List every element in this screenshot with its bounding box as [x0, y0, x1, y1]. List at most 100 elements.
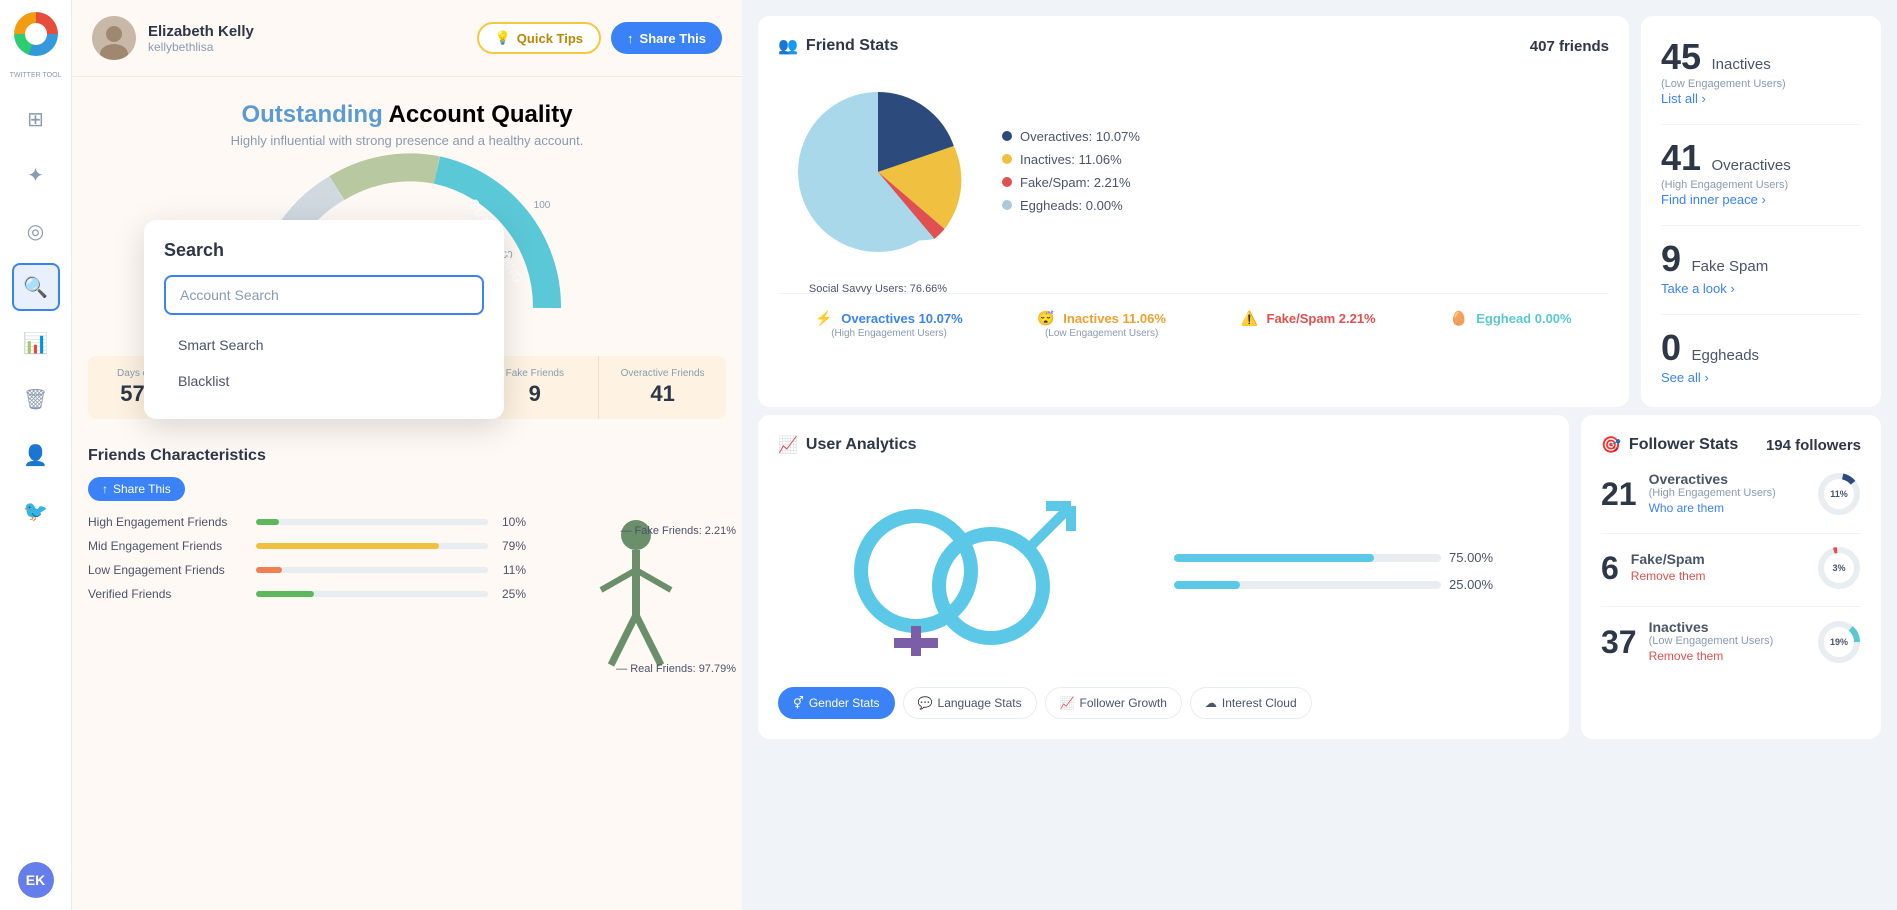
tab-follower-growth[interactable]: 📈 Follower Growth	[1045, 687, 1182, 719]
tab-language-stats[interactable]: 💬 Language Stats	[903, 687, 1037, 719]
char-bar-bg-verified	[256, 591, 488, 597]
count-fakespam-label: Fake Spam	[1691, 258, 1768, 275]
pie-chart-svg	[778, 72, 978, 272]
follower-overactives-sublabel: (High Engagement Users)	[1649, 487, 1805, 499]
friend-stats-total: 407 friends	[1530, 38, 1609, 55]
overactives-icon: ⚡	[815, 310, 832, 326]
follower-inactives-info: Inactives (Low Engagement Users) Remove …	[1649, 619, 1805, 665]
main-content: Elizabeth Kelly kellybethlisa 💡 Quick Ti…	[72, 0, 1897, 910]
app-logo[interactable]	[14, 12, 58, 56]
follower-inactives-num: 37	[1601, 624, 1637, 661]
quick-tips-button[interactable]: 💡 Quick Tips	[477, 22, 601, 54]
share-this-button[interactable]: ↑ Share This	[611, 22, 722, 54]
search-option-smart[interactable]: Smart Search	[164, 327, 484, 363]
egghead-icon: 🥚	[1450, 310, 1467, 326]
analytics-row: 📈 User Analytics	[758, 415, 1881, 739]
account-search-text: Account Search	[180, 287, 279, 303]
friends-icon: 👥	[778, 36, 798, 56]
count-inactives-sublabel: (Low Engagement Users)	[1661, 78, 1861, 90]
analytics-icon: 📈	[778, 435, 798, 455]
follower-stats-card: 🎯 Follower Stats 194 followers 21 Overac…	[1581, 415, 1881, 739]
follower-overactives-link[interactable]: Who are them	[1649, 501, 1724, 515]
friends-char-title: Friends Characteristics	[88, 447, 726, 465]
sidebar-item-users[interactable]: 👤	[12, 431, 60, 479]
legend-fakespam: Fake/Spam: 2.21%	[1002, 175, 1609, 190]
legend-overactives: Overactives: 10.07%	[1002, 129, 1609, 144]
follower-stats-header: 🎯 Follower Stats 194 followers	[1601, 435, 1861, 455]
count-inactives: 45 Inactives (Low Engagement Users) List…	[1661, 36, 1861, 108]
bottom-egghead-value: Egghead 0.00%	[1476, 311, 1571, 326]
sidebar-item-network[interactable]: ✦	[12, 151, 60, 199]
count-eggheads-link[interactable]: See all ›	[1661, 370, 1709, 385]
pie-chart-area: Social Savvy Users: 76.66% Overactives: …	[778, 72, 1609, 277]
follower-overactives-chart: 11%	[1817, 472, 1861, 516]
header-buttons: 💡 Quick Tips ↑ Share This	[477, 22, 722, 54]
legend-dot-inactives	[1002, 154, 1012, 164]
sidebar-item-analytics[interactable]: 📊	[12, 319, 60, 367]
char-label-mid: Mid Engagement Friends	[88, 539, 248, 553]
count-fakespam-link[interactable]: Take a look ›	[1661, 281, 1735, 296]
count-fakespam: 9 Fake Spam Take a look ›	[1661, 238, 1861, 298]
stat-overactive: Overactive Friends 41	[599, 356, 726, 419]
user-avatar[interactable]: EK	[18, 862, 54, 898]
gender-icons	[778, 471, 1154, 671]
follower-fakespam-link[interactable]: Remove them	[1631, 569, 1706, 583]
sidebar-item-trash[interactable]: 🗑	[12, 375, 60, 423]
legend-overactives-label: Overactives: 10.07%	[1020, 129, 1140, 144]
sidebar: TWITTER TOOL ⊞ ✦ ◎ 🔍 📊 🗑 👤 🐦 EK	[0, 0, 72, 910]
male-bar-bg	[1174, 554, 1442, 562]
profile-info: Elizabeth Kelly kellybethlisa	[92, 16, 254, 60]
share-label: Share This	[640, 31, 706, 46]
bottom-fakespam: ⚠️ Fake/Spam 2.21%	[1241, 310, 1376, 339]
char-bar-bg-low	[256, 567, 488, 573]
search-option-blacklist[interactable]: Blacklist	[164, 363, 484, 399]
search-dropdown: Search Account Search Smart Search Black…	[144, 220, 504, 419]
char-bar-high	[256, 519, 279, 525]
annotation-fake: — Fake Friends: 2.21%	[620, 525, 736, 537]
count-inactives-label: Inactives	[1712, 56, 1771, 73]
count-inactives-link[interactable]: List all ›	[1661, 91, 1706, 106]
figure-svg	[546, 515, 726, 675]
sidebar-item-search[interactable]: 🔍	[12, 263, 60, 311]
lightbulb-icon: 💡	[495, 30, 511, 46]
female-bar	[1174, 581, 1241, 589]
tab-gender-stats[interactable]: ⚥ Gender Stats	[778, 687, 895, 719]
sidebar-item-twitter[interactable]: 🐦	[12, 487, 60, 535]
char-pct-low: 11%	[496, 563, 526, 577]
profile-avatar	[92, 16, 136, 60]
tab-interest-cloud[interactable]: ☁ Interest Cloud	[1190, 687, 1312, 719]
follower-inactives-link[interactable]: Remove them	[1649, 649, 1724, 663]
user-analytics-title: 📈 User Analytics	[778, 435, 1549, 455]
char-label-low: Low Engagement Friends	[88, 563, 248, 577]
bottom-inactives-value: Inactives 11.06%	[1063, 311, 1166, 326]
friend-stats-row: 👥 Friend Stats 407 friends	[758, 16, 1881, 407]
friends-share-label: Share This	[113, 482, 171, 496]
bottom-overactives-value: Overactives 10.07%	[841, 311, 962, 326]
follower-stats-title: 🎯 Follower Stats	[1601, 435, 1738, 455]
char-row-low: Low Engagement Friends 11%	[88, 563, 526, 577]
friend-stats-card: 👥 Friend Stats 407 friends	[758, 16, 1629, 407]
count-overactives-sublabel: (High Engagement Users)	[1661, 179, 1861, 191]
friend-stats-bottom: ⚡ Overactives 10.07% (High Engagement Us…	[778, 293, 1609, 339]
male-bar	[1174, 554, 1375, 562]
search-dropdown-title: Search	[164, 240, 484, 261]
friends-share-button[interactable]: ↑ Share This	[88, 477, 185, 501]
profile-header: Elizabeth Kelly kellybethlisa 💡 Quick Ti…	[72, 0, 742, 77]
cloud-icon: ☁	[1205, 696, 1217, 710]
svg-text:100: 100	[534, 200, 551, 211]
tab-cloud-label: Interest Cloud	[1222, 696, 1297, 710]
bottom-egghead: 🥚 Egghead 0.00%	[1450, 310, 1571, 339]
char-row-high: High Engagement Friends 10%	[88, 515, 526, 529]
sidebar-item-target[interactable]: ◎	[12, 207, 60, 255]
legend-eggheads-label: Eggheads: 0.00%	[1020, 198, 1123, 213]
bottom-inactives: 😴 Inactives 11.06% (Low Engagement Users…	[1037, 310, 1166, 339]
char-bar-bg-high	[256, 519, 488, 525]
count-fakespam-num: 9	[1661, 238, 1681, 279]
tab-language-label: Language Stats	[938, 696, 1022, 710]
count-overactives-link[interactable]: Find inner peace ›	[1661, 192, 1766, 207]
quality-title: Outstanding Account Quality	[92, 101, 722, 129]
friend-stats-title: 👥 Friend Stats	[778, 36, 898, 56]
tab-gender-label: Gender Stats	[809, 696, 880, 710]
sidebar-item-dashboard[interactable]: ⊞	[12, 95, 60, 143]
account-search-input[interactable]: Account Search	[164, 275, 484, 315]
